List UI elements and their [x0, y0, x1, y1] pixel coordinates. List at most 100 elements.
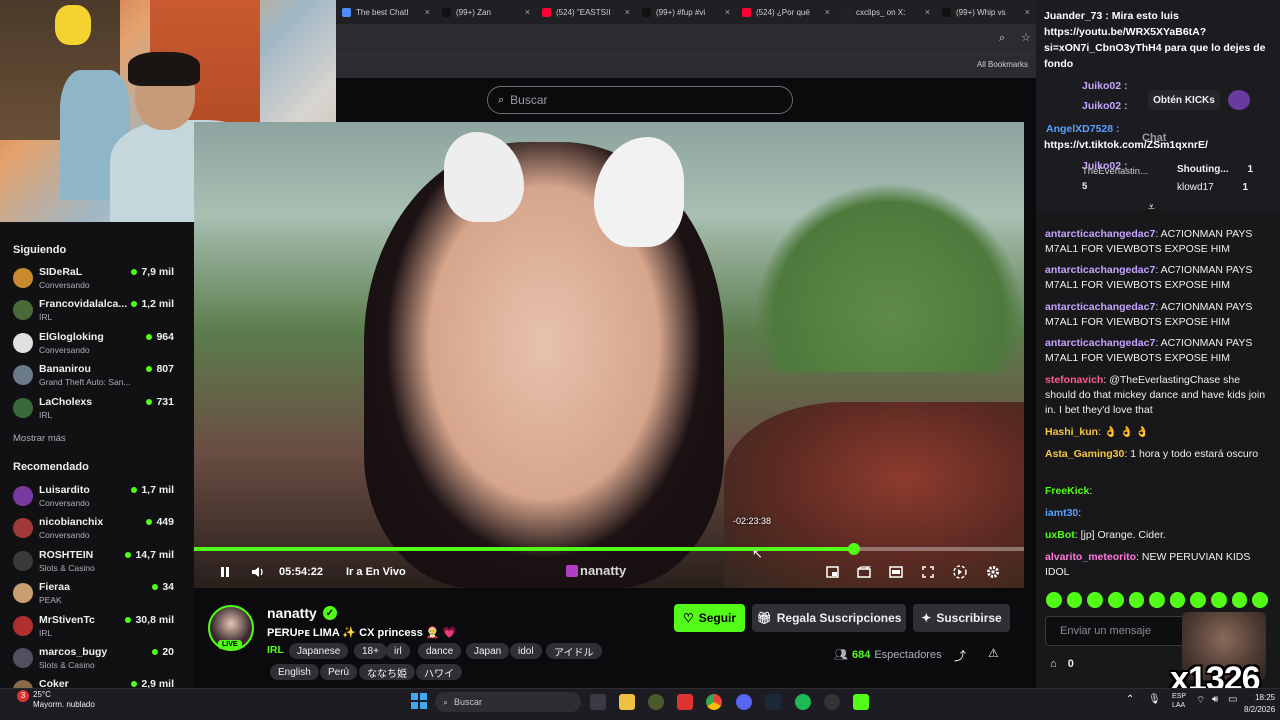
video-player[interactable] [194, 122, 1024, 588]
tab-close-icon[interactable]: × [825, 7, 830, 17]
report-icon[interactable]: ⚠ [988, 646, 999, 660]
emote-icon[interactable] [1231, 592, 1248, 608]
emote-icon[interactable] [1252, 592, 1269, 608]
emote-icon[interactable] [1190, 592, 1207, 608]
emote-icon[interactable] [1211, 592, 1227, 608]
pause-icon[interactable] [215, 562, 235, 582]
obs-icon[interactable] [824, 694, 840, 710]
app-red-icon[interactable] [677, 694, 693, 710]
stream-tag[interactable]: irl [386, 643, 410, 659]
miniplayer-icon[interactable] [822, 562, 842, 582]
clip-icon[interactable] [854, 562, 874, 582]
browser-tab[interactable]: (524) ¿Por qué × [736, 2, 836, 22]
fullscreen-icon[interactable] [918, 562, 938, 582]
stream-tag[interactable]: English [270, 664, 319, 680]
emote-icon[interactable] [1066, 592, 1083, 608]
sidebar-channel[interactable]: SIDeRaL Conversando 7,9 mil [13, 264, 183, 294]
tab-close-icon[interactable]: × [625, 7, 630, 17]
sidebar-channel[interactable]: Francovidalalca... IRL 1,2 mil [13, 296, 183, 326]
sidebar-channel[interactable]: ROSHTEIN Slots & Casino 14,7 mil [13, 547, 183, 577]
chat-username[interactable]: Hashi_kun [1045, 426, 1098, 438]
discord-icon[interactable] [736, 694, 752, 710]
tab-close-icon[interactable]: × [425, 7, 430, 17]
sidebar-channel[interactable]: MrStivenTc IRL 30,8 mil [13, 612, 183, 642]
pinned-line-2[interactable]: https://youtu.be/WRX5XYaB6tA? [1044, 24, 1206, 40]
emote-icon[interactable] [1046, 592, 1062, 608]
weather-widget[interactable]: 25°C Mayorm. nublado [33, 690, 95, 710]
sidebar-channel[interactable]: LaCholexs IRL 731 [13, 394, 183, 424]
browser-tab[interactable]: (99+) Whip vs × [936, 2, 1036, 22]
browser-tab[interactable]: cxclips_ on X: × [836, 2, 936, 22]
language-indicator[interactable]: ESP LAA [1172, 692, 1186, 710]
progress-knob[interactable] [847, 543, 860, 555]
stream-tag[interactable]: ハワイ [416, 664, 462, 680]
browser-tab[interactable]: (99+) #fup #vi × [636, 2, 736, 22]
sidebar-channel[interactable]: Luisardito Conversando 1,7 mil [13, 482, 183, 512]
collapse-icon[interactable]: ⩡ [1148, 200, 1155, 215]
stream-category[interactable]: IRL [267, 644, 284, 656]
volume-icon[interactable] [248, 562, 268, 582]
chat-username[interactable]: iamt30 [1045, 507, 1078, 519]
channel-name[interactable]: nanatty ✓ [267, 605, 337, 621]
pinned-line-3[interactable]: si=xON7i_CbnO3yThH4 para que lo dejes de [1044, 40, 1265, 56]
windows-start-icon[interactable] [411, 693, 427, 709]
sidebar-channel[interactable]: Bananirou Grand Theft Auto: San... 807 [13, 361, 183, 391]
browser-tab[interactable]: (99+) Zan × [436, 2, 536, 22]
chat-username[interactable]: antarcticachangedac7 [1045, 337, 1155, 349]
chat-username[interactable]: alvarito_meteorito [1045, 551, 1136, 563]
wifi-icon[interactable]: ⌔ [1196, 694, 1205, 707]
user-avatar[interactable] [1228, 90, 1250, 110]
tray-chevron-icon[interactable]: ⌃ [1126, 694, 1134, 705]
chat-username[interactable]: Asta_Gaming30 [1045, 448, 1124, 460]
task-view-icon[interactable] [590, 694, 606, 710]
chat-username[interactable]: stefonavich [1045, 374, 1103, 386]
go-live-button[interactable]: Ir a En Vivo [346, 562, 406, 582]
chat-username[interactable]: uxBot [1045, 529, 1075, 541]
taskbar-search[interactable]: ⌕ Buscar [435, 692, 581, 712]
theater-icon[interactable] [886, 562, 906, 582]
follow-button[interactable]: ♡ Seguir [674, 604, 745, 632]
emote-icon[interactable] [1149, 592, 1165, 608]
stream-tag[interactable]: 18+ [354, 643, 387, 659]
sidebar-channel[interactable]: Fieraa PEAK 34 [13, 579, 183, 609]
stream-tag[interactable]: idol [510, 643, 542, 659]
kick-app-icon[interactable] [853, 694, 869, 710]
share-icon[interactable]: ⤴ [954, 647, 966, 664]
stream-tag[interactable]: dance [418, 643, 462, 659]
browser-tab[interactable]: (524) "EASTSII × [536, 2, 636, 22]
stream-tag[interactable]: Japanese [289, 643, 349, 659]
file-explorer-icon[interactable] [619, 694, 635, 710]
emote-icon[interactable] [1107, 592, 1124, 608]
tab-close-icon[interactable]: × [1025, 7, 1030, 17]
bookmark-star-icon[interactable]: ☆ [1021, 31, 1031, 44]
chrome-icon[interactable] [706, 694, 722, 710]
taskbar-clock[interactable]: 18:25 8/2/2026 [1244, 692, 1275, 716]
browser-tab[interactable]: The best ChatI × [336, 2, 436, 22]
tab-close-icon[interactable]: × [725, 7, 730, 17]
emote-icon[interactable] [1169, 592, 1186, 608]
stream-tag[interactable]: ななち姫 [359, 664, 415, 680]
stream-tag[interactable]: アイドル [546, 643, 602, 659]
sidebar-channel[interactable]: marcos_bugy Slots & Casino 20 [13, 644, 183, 674]
subscribe-button[interactable]: ✦ Suscribirse [913, 604, 1010, 632]
steam-icon[interactable] [765, 694, 781, 710]
get-kicks-button[interactable]: Obtén KICKs [1148, 90, 1220, 110]
sidebar-channel[interactable]: ElGlogloking Conversando 964 [13, 329, 183, 359]
show-more-link[interactable]: Mostrar más [13, 433, 66, 444]
search-input[interactable]: ⌕ Buscar [487, 86, 793, 114]
stream-tag[interactable]: Japan [466, 643, 510, 659]
stream-tag[interactable]: Perù [320, 664, 358, 680]
tab-close-icon[interactable]: × [525, 7, 530, 17]
gift-subs-button[interactable]: 🎁︎ Regala Suscripciones [752, 604, 906, 632]
spotify-icon[interactable] [795, 694, 811, 710]
all-bookmarks-label[interactable]: All Bookmarks [977, 60, 1028, 69]
tab-close-icon[interactable]: × [925, 7, 930, 17]
emote-icon[interactable] [1087, 592, 1103, 608]
chat-username[interactable]: antarcticachangedac7 [1045, 264, 1155, 276]
speed-icon[interactable] [950, 562, 970, 582]
mic-icon[interactable]: 🎙︎ [1148, 694, 1161, 705]
battery-icon[interactable]: ▭ [1228, 694, 1237, 705]
xbox-icon[interactable] [648, 694, 664, 710]
chat-username[interactable]: antarcticachangedac7 [1045, 228, 1155, 240]
settings-icon[interactable] [983, 562, 1003, 582]
